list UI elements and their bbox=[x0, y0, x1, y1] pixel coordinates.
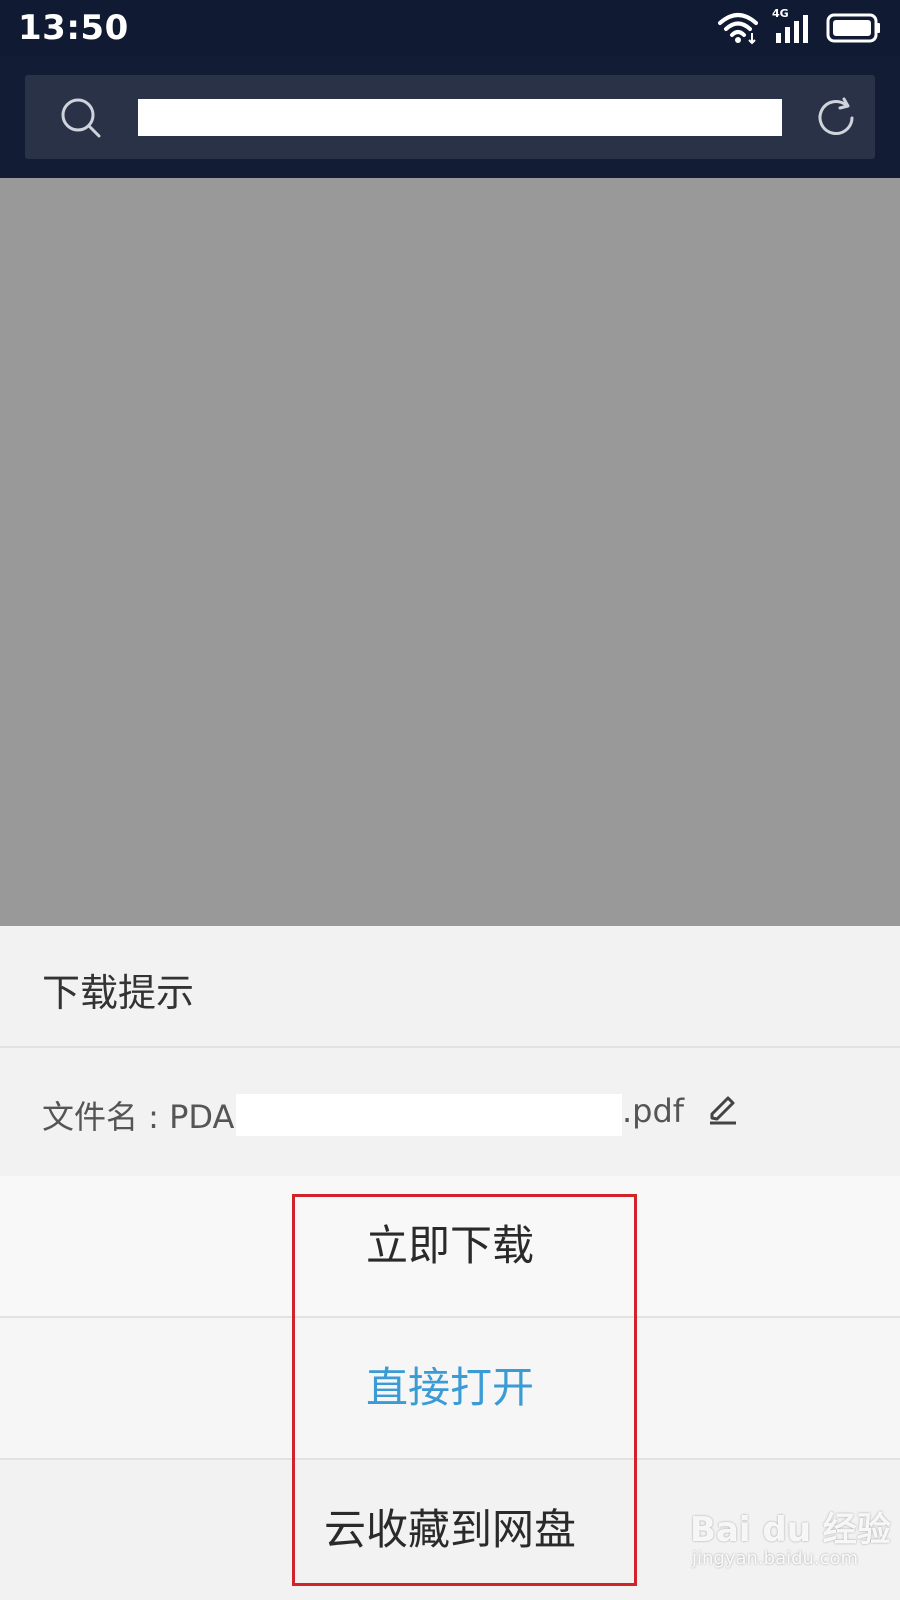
status-bar: 13:50 4G bbox=[0, 0, 900, 56]
filename-extension: .pdf bbox=[622, 1092, 685, 1130]
dialog-title: 下载提示 bbox=[42, 971, 195, 1015]
battery-icon bbox=[826, 13, 880, 43]
browser-toolbar bbox=[0, 56, 900, 178]
page-content-overlay[interactable] bbox=[0, 178, 900, 926]
pencil-icon[interactable] bbox=[706, 1092, 740, 1126]
address-bar[interactable] bbox=[25, 75, 875, 159]
screen: 13:50 4G 下载提示 文件名: PDA .pdf 立即下载 直接打开 云… bbox=[0, 0, 900, 1600]
filename-redacted-field[interactable] bbox=[236, 1094, 622, 1136]
watermark: Bai du 经验 jingyan.baidu.com bbox=[690, 1502, 891, 1582]
watermark-url: jingyan.baidu.com bbox=[692, 1548, 859, 1569]
refresh-icon[interactable] bbox=[813, 95, 859, 141]
download-now-button[interactable]: 立即下载 bbox=[0, 1176, 900, 1316]
url-input[interactable] bbox=[138, 99, 782, 136]
filename-label: 文件名 : PDA bbox=[42, 1098, 235, 1136]
watermark-logo: Bai du 经验 bbox=[690, 1510, 891, 1550]
wifi-icon bbox=[718, 13, 758, 45]
download-dialog: 下载提示 文件名 : PDA .pdf 立即下载 直接打开 云收藏到网盘 bbox=[0, 926, 900, 1600]
filename-row: 文件名 : PDA .pdf bbox=[0, 1048, 900, 1176]
open-directly-button[interactable]: 直接打开 bbox=[0, 1318, 900, 1458]
status-icons: 4G bbox=[718, 7, 882, 48]
cellular-signal-icon: 4G bbox=[772, 7, 812, 45]
status-time: 13:50 bbox=[18, 8, 129, 48]
search-icon[interactable] bbox=[59, 96, 103, 140]
